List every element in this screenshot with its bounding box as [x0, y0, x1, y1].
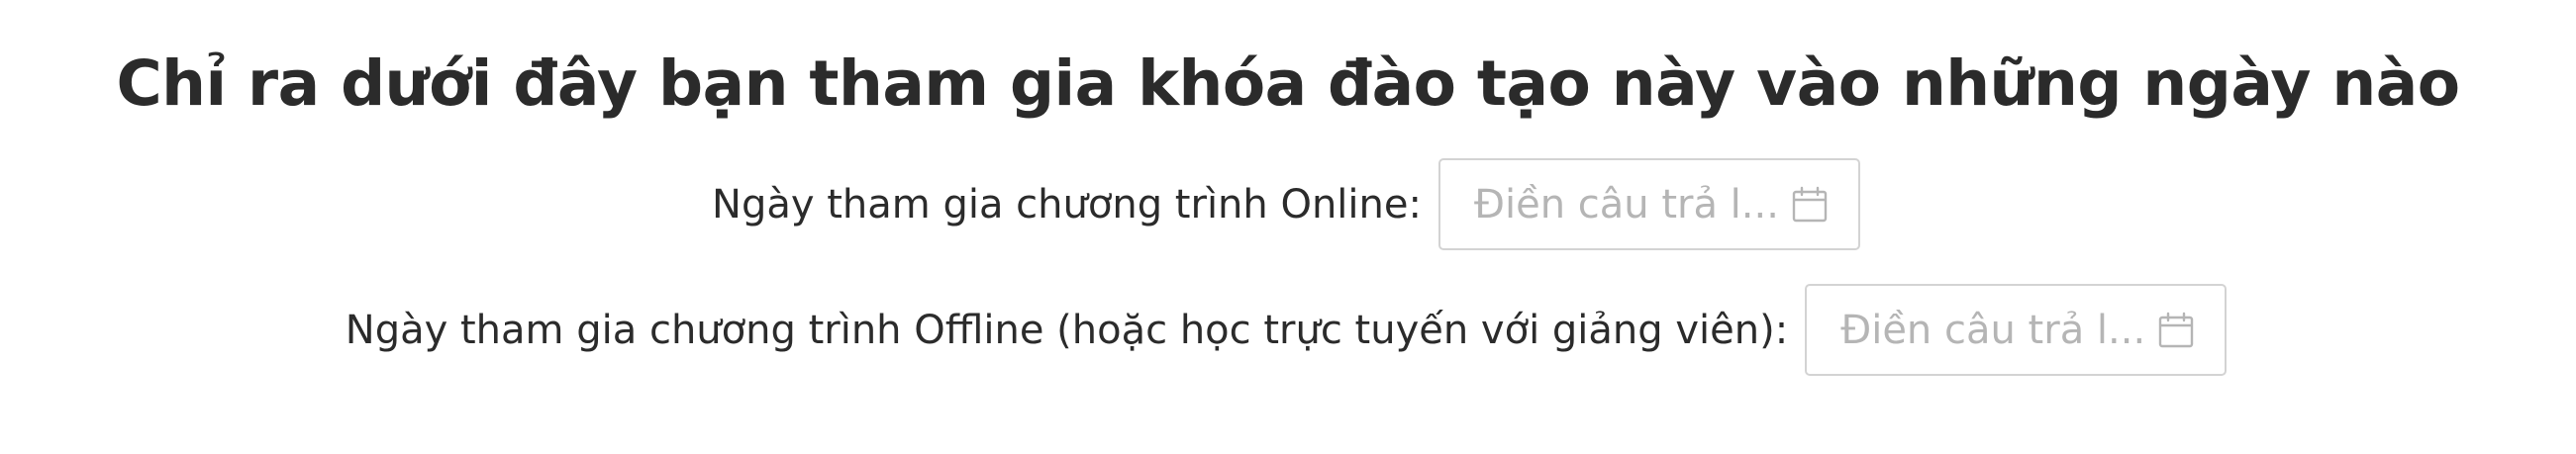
offline-date-input[interactable]: Điền câu trả l... — [1805, 284, 2228, 376]
online-date-row: Ngày tham gia chương trình Online: Điền … — [0, 158, 2576, 250]
calendar-icon[interactable] — [1791, 186, 1829, 224]
online-date-label: Ngày tham gia chương trình Online: — [712, 181, 1422, 227]
online-date-placeholder: Điền câu trả l... — [1473, 181, 1779, 227]
offline-date-row: Ngày tham gia chương trình Offline (hoặc… — [0, 284, 2576, 376]
page-title: Chỉ ra dưới đây bạn tham gia khóa đào tạ… — [116, 47, 2460, 120]
offline-date-label: Ngày tham gia chương trình Offline (hoặc… — [345, 307, 1789, 353]
online-date-input[interactable]: Điền câu trả l... — [1437, 158, 1860, 250]
calendar-icon[interactable] — [2157, 312, 2195, 349]
offline-date-placeholder: Điền câu trả l... — [1840, 307, 2146, 353]
